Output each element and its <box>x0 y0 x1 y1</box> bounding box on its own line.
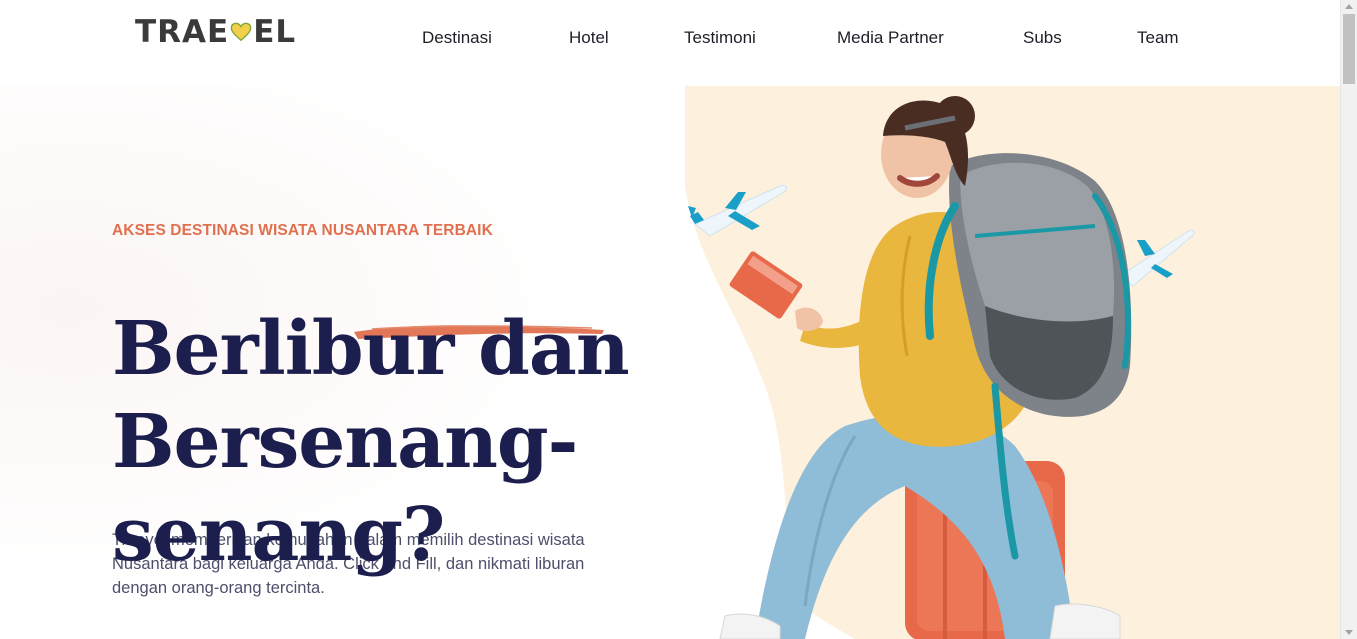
nav-item-destinasi[interactable]: Destinasi <box>422 28 492 48</box>
scrollbar-thumb[interactable] <box>1343 14 1355 84</box>
heart-icon <box>230 22 252 42</box>
nav-item-testimoni[interactable]: Testimoni <box>684 28 756 48</box>
hero-headline: Berlibur dan Bersenang- senang? <box>112 303 632 582</box>
page-scrollbar[interactable] <box>1340 0 1357 639</box>
hero-eyebrow: AKSES DESTINASI WISATA NUSANTARA TERBAIK <box>112 222 493 239</box>
headline-line-2: Bersenang- <box>112 398 578 485</box>
nav-item-media-partner[interactable]: Media Partner <box>837 28 944 48</box>
scroll-down-icon[interactable] <box>1345 630 1353 635</box>
nav-item-team[interactable]: Team <box>1137 28 1179 48</box>
nav-item-subs[interactable]: Subs <box>1023 28 1062 48</box>
page: TRAE EL Destinasi Hotel Testimoni Media … <box>0 0 1357 639</box>
logo-text-right: EL <box>253 14 297 50</box>
hero-illustration <box>655 86 1340 639</box>
scroll-up-icon[interactable] <box>1345 4 1353 9</box>
site-header: TRAE EL Destinasi Hotel Testimoni Media … <box>0 0 1340 86</box>
brand-logo[interactable]: TRAE EL <box>135 10 296 54</box>
logo-text-left: TRAE <box>135 14 230 50</box>
traveler-image <box>655 86 1340 639</box>
headline-line-3: senang? <box>112 491 445 578</box>
nav-item-hotel[interactable]: Hotel <box>569 28 609 48</box>
headline-line-1: Berlibur dan <box>112 305 630 392</box>
